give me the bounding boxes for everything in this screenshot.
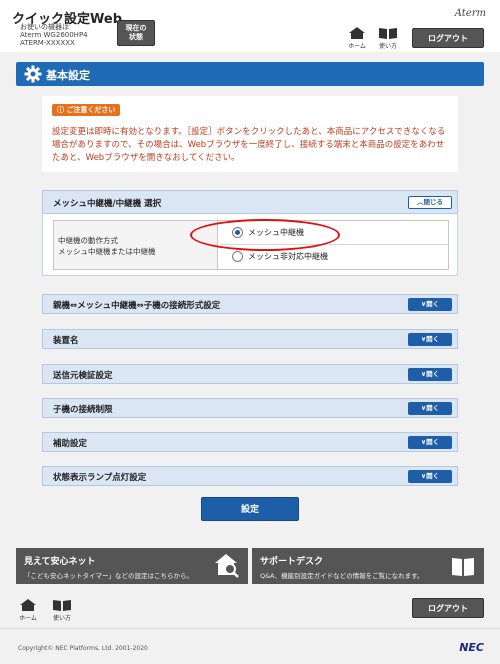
highlight-circle [190, 219, 340, 251]
howto-button[interactable]: 使い方 [373, 26, 403, 52]
page-title: 基本設定 [46, 69, 90, 82]
header: クイック設定Web お使いの機器は Aterm WG2600HP4 ATERM-… [0, 0, 500, 52]
model-info-line: お使いの機器は [20, 23, 69, 31]
howto-label: 使い方 [378, 43, 397, 50]
support-desk-title: サポートデスク [260, 557, 324, 567]
notice-box: ⓘ ご注意ください 設定変更は即時に有効となります。［設定］ボタンをクリックした… [42, 96, 458, 172]
aterm-logo: Aterm [454, 8, 486, 19]
home-button[interactable]: ホーム [342, 26, 372, 52]
mesh-panel-title: メッシュ中継機/中継機 選択 [53, 199, 162, 209]
safety-net-banner[interactable]: 見えて安心ネット 「こども安心ネットタイマー」などの設定はこちらから。 [16, 548, 248, 584]
section-title-bar: 基本設定 [16, 62, 484, 86]
panel-status-lamp: 状態表示ランプ点灯設定 ∨開く [42, 466, 458, 486]
panel-source-verification: 送信元検証設定 ∨開く [42, 364, 458, 384]
status-label-line2: 状態 [129, 33, 143, 41]
open-button[interactable]: ∨開く [408, 368, 452, 381]
panel-title: 補助設定 [53, 439, 88, 449]
current-status-button[interactable]: 現在の 状態 [117, 20, 155, 46]
footer-howto-button[interactable]: 使い方 [47, 598, 77, 624]
status-label-line1: 現在の [125, 24, 147, 32]
book-icon [379, 28, 397, 39]
open-button[interactable]: ∨開く [408, 402, 452, 415]
nec-logo: NEC [459, 641, 484, 654]
open-label: 開く [426, 370, 440, 378]
radio-non-mesh-repeater-label: メッシュ非対応中継機 [248, 252, 328, 261]
footer-divider [0, 628, 500, 629]
notice-text: 設定変更は即時に有効となります。［設定］ボタンをクリックしたあと、本商品にアクセ… [52, 127, 446, 163]
panel-title: 親機⇔メッシュ中継機⇔子機の接続形式設定 [53, 301, 221, 311]
submit-button[interactable]: 設定 [201, 497, 299, 521]
notice-badge-label: ご注意ください [66, 106, 116, 114]
footer-home-label: ホーム [19, 615, 37, 622]
support-desk-subtitle: Q&A、機能別設定ガイドなどの情報をご覧になれます。 [260, 572, 424, 580]
footer-home-button[interactable]: ホーム [13, 598, 43, 624]
open-button[interactable]: ∨開く [408, 298, 452, 311]
house-search-icon [215, 554, 239, 578]
panel-connection-format: 親機⇔メッシュ中継機⇔子機の接続形式設定 ∨開く [42, 294, 458, 314]
panel-title: 状態表示ランプ点灯設定 [53, 473, 147, 483]
gear-icon [24, 65, 42, 83]
support-desk-banner[interactable]: サポートデスク Q&A、機能別設定ガイドなどの情報をご覧になれます。 [252, 548, 484, 584]
book-icon [452, 558, 474, 576]
panel-title: 装置名 [53, 336, 79, 346]
model-name: Aterm WG2600HP4 [20, 31, 88, 39]
open-button[interactable]: ∨開く [408, 333, 452, 346]
close-label: 閉じる [423, 198, 444, 206]
mesh-setting-label-line2: メッシュ中継機または中継機 [58, 247, 156, 256]
mesh-panel-header: メッシュ中継機/中継機 選択 ︿閉じる [42, 190, 458, 214]
footer-logout-button[interactable]: ログアウト [412, 598, 484, 618]
mesh-panel-close-button[interactable]: ︿閉じる [408, 196, 452, 209]
model-info: お使いの機器は Aterm WG2600HP4 ATERM-XXXXXX [20, 23, 88, 47]
safety-net-subtitle: 「こども安心ネットタイマー」などの設定はこちらから。 [24, 572, 193, 580]
open-button[interactable]: ∨開く [408, 470, 452, 483]
book-icon [53, 600, 71, 611]
home-icon [349, 27, 365, 39]
mesh-setting-label-cell: 中継機の動作方式 メッシュ中継機または中継機 [54, 221, 218, 269]
open-label: 開く [426, 438, 440, 446]
panel-title: 子機の接続制限 [53, 405, 113, 415]
footer-howto-label: 使い方 [52, 615, 71, 622]
open-label: 開く [426, 472, 440, 480]
mesh-setting-label-line1: 中継機の動作方式 [58, 236, 118, 245]
copyright: Copyright© NEC Platforms, Ltd. 2001-2020 [18, 645, 148, 652]
logout-button[interactable]: ログアウト [412, 28, 484, 48]
notice-badge: ⓘ ご注意ください [52, 104, 121, 116]
panel-auxiliary: 補助設定 ∨開く [42, 432, 458, 452]
open-button[interactable]: ∨開く [408, 436, 452, 449]
panel-client-restriction: 子機の接続制限 ∨開く [42, 398, 458, 418]
open-label: 開く [426, 335, 440, 343]
device-id: ATERM-XXXXXX [20, 39, 75, 47]
open-label: 開く [426, 404, 440, 412]
home-icon [20, 599, 36, 611]
safety-net-title: 見えて安心ネット [24, 557, 96, 567]
panel-title: 送信元検証設定 [53, 371, 113, 381]
panel-device-name: 装置名 ∨開く [42, 329, 458, 349]
open-label: 開く [426, 300, 440, 308]
radio-non-mesh-repeater[interactable] [232, 251, 243, 262]
home-label: ホーム [348, 43, 366, 50]
